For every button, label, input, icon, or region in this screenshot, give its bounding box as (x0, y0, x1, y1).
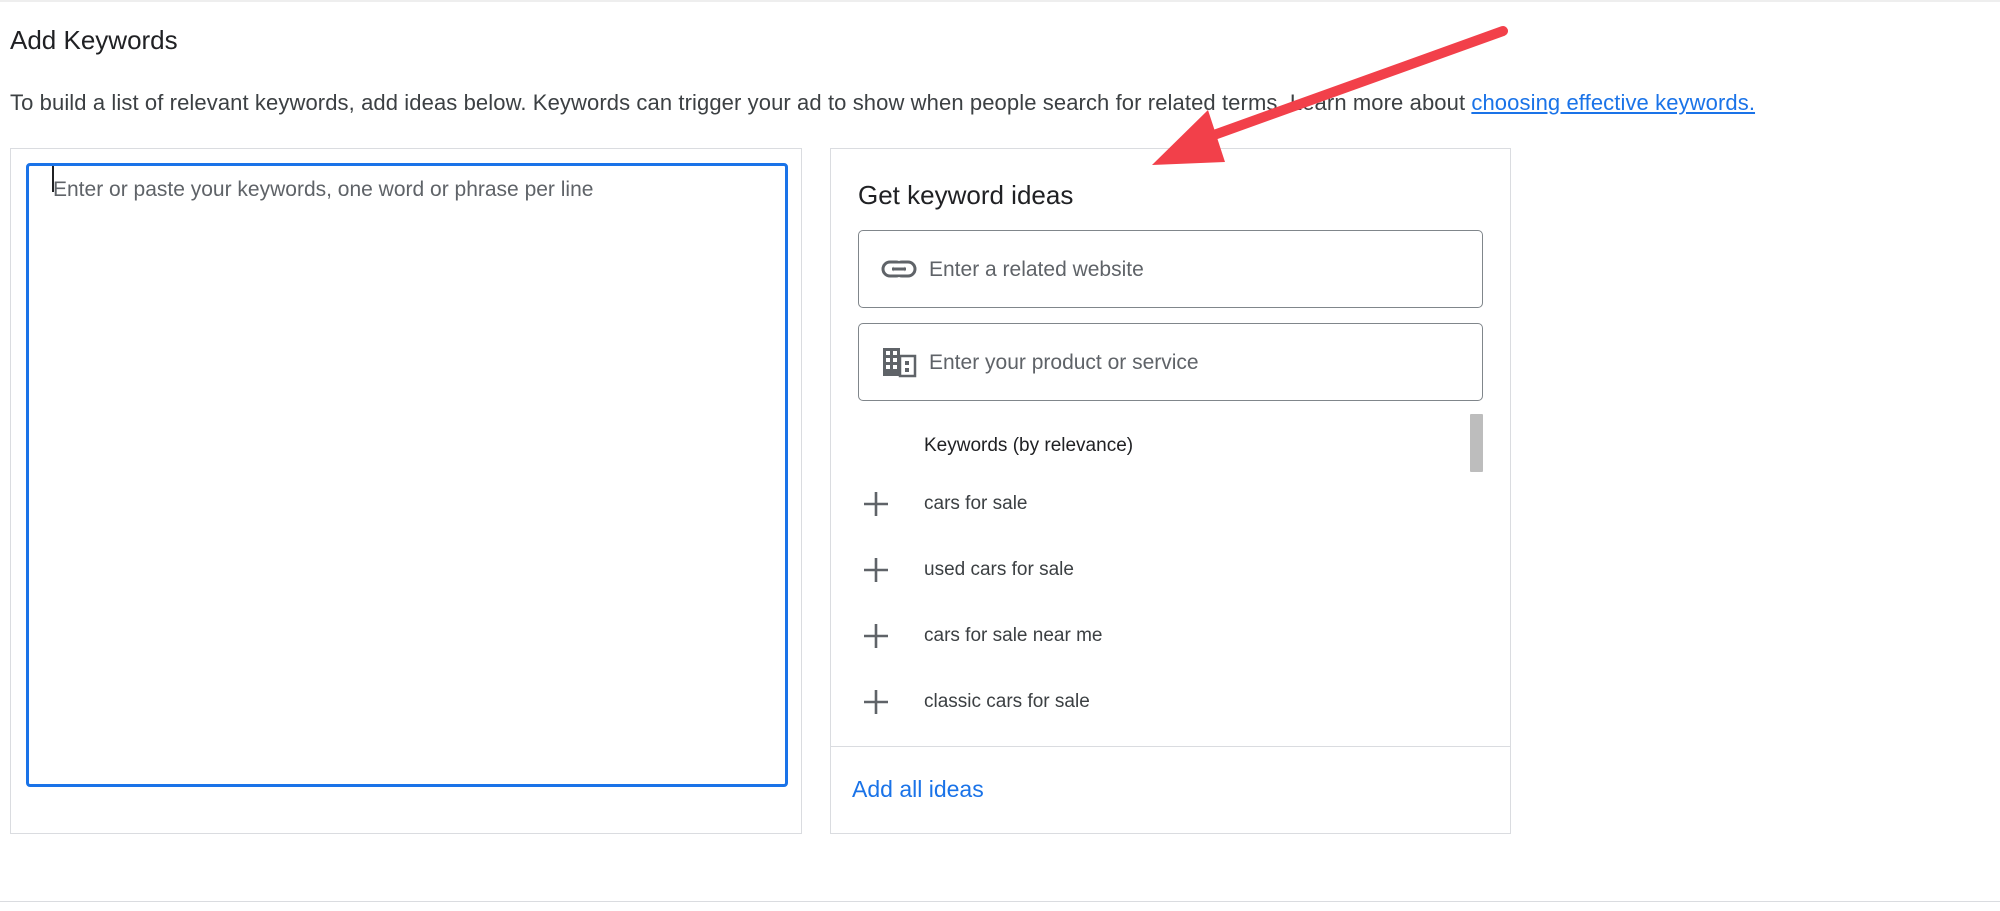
plus-icon[interactable] (863, 557, 889, 583)
keyword-ideas-list: cars for sale used cars for sale cars fo… (831, 469, 1510, 735)
choosing-keywords-link[interactable]: choosing effective keywords. (1471, 90, 1755, 115)
keywords-list-header: Keywords (by relevance) (924, 435, 1134, 456)
page-title: Add Keywords (10, 25, 178, 55)
ideas-footer-divider (831, 746, 1510, 747)
text-cursor (52, 166, 54, 192)
keywords-panel (10, 148, 802, 834)
add-all-ideas-button[interactable]: Add all ideas (852, 776, 984, 803)
keyword-idea-label: cars for sale near me (924, 625, 1103, 646)
intro-description: To build a list of relevant keywords, ad… (10, 90, 1472, 115)
website-input[interactable] (927, 231, 1471, 308)
building-icon (883, 348, 917, 378)
product-input[interactable] (927, 324, 1471, 401)
plus-icon[interactable] (863, 689, 889, 715)
keyword-ideas-title: Get keyword ideas (858, 180, 1074, 210)
intro-text: To build a list of relevant keywords, ad… (10, 90, 1755, 116)
plus-icon[interactable] (863, 623, 889, 649)
keyword-idea-label: cars for sale (924, 493, 1028, 514)
keyword-idea-row[interactable]: classic cars for sale (831, 667, 1510, 733)
keyword-ideas-panel: Get keyword ideas Keywords (by relevance… (830, 148, 1511, 834)
keyword-idea-row[interactable]: cars for sale (831, 469, 1510, 535)
keyword-idea-label: classic cars for sale (924, 691, 1090, 712)
keyword-idea-row[interactable]: used cars for sale (831, 535, 1510, 601)
plus-icon[interactable] (863, 491, 889, 517)
link-icon (881, 260, 917, 278)
bottom-divider (0, 901, 2000, 902)
website-field[interactable] (858, 230, 1483, 308)
keyword-idea-label: used cars for sale (924, 559, 1074, 580)
top-divider (0, 0, 2000, 2)
keyword-idea-row[interactable]: cars for sale near me (831, 601, 1510, 667)
keywords-textarea[interactable] (26, 163, 788, 787)
product-field[interactable] (858, 323, 1483, 401)
scrollbar-thumb[interactable] (1470, 414, 1483, 472)
